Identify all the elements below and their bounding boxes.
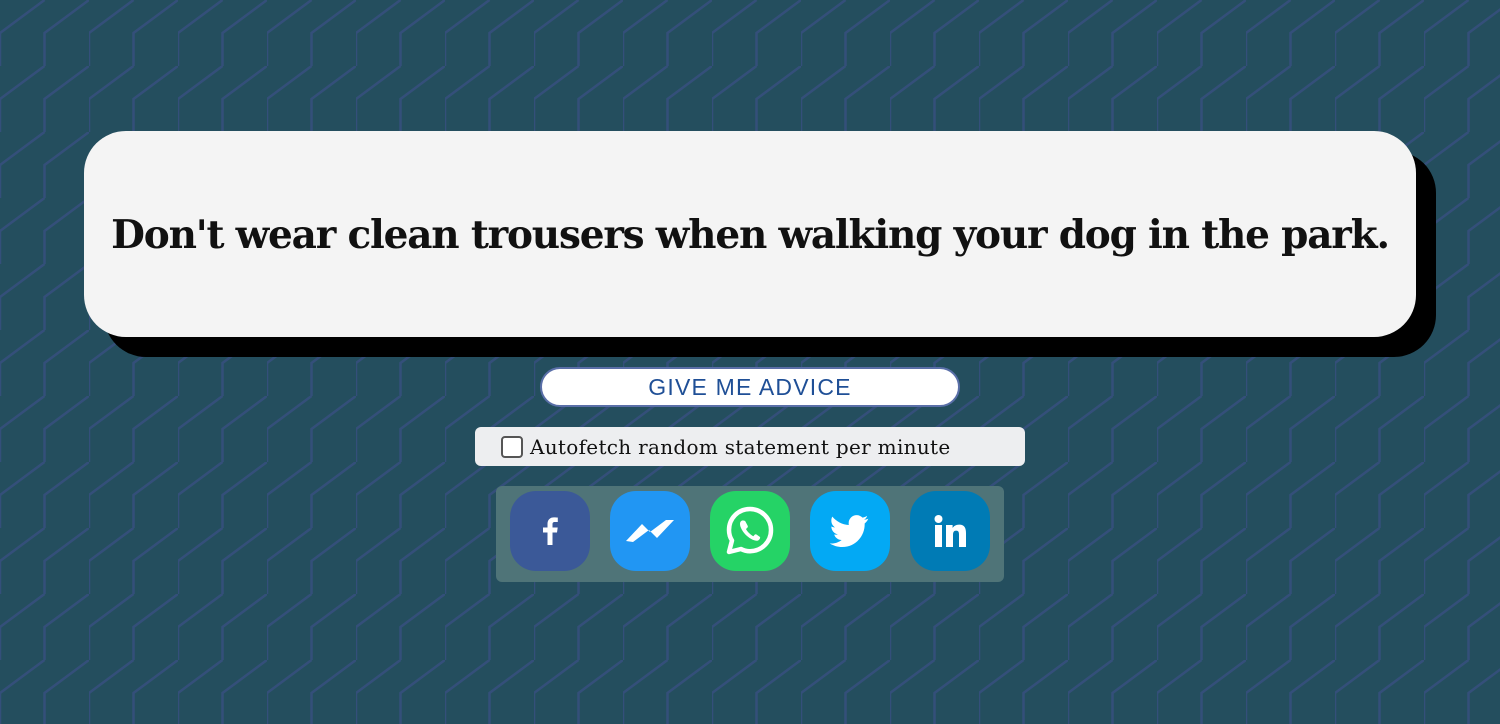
share-bar (496, 486, 1004, 582)
autofetch-label: Autofetch random statement per minute (530, 434, 951, 459)
autofetch-toggle[interactable]: Autofetch random statement per minute (475, 427, 1025, 466)
share-facebook-button[interactable] (510, 491, 590, 571)
messenger-icon (622, 511, 678, 551)
whatsapp-icon (722, 503, 778, 559)
advice-text: Don't wear clean trousers when walking y… (111, 212, 1390, 258)
share-messenger-button[interactable] (610, 491, 690, 571)
linkedin-icon (930, 511, 970, 551)
advice-card: Don't wear clean trousers when walking y… (84, 131, 1416, 337)
share-linkedin-button[interactable] (910, 491, 990, 571)
facebook-icon (530, 511, 570, 551)
twitter-icon (828, 511, 872, 551)
give-advice-button[interactable]: GIVE ME ADVICE (540, 367, 960, 407)
autofetch-checkbox[interactable] (501, 435, 523, 458)
background-pattern (0, 0, 1500, 724)
share-whatsapp-button[interactable] (710, 491, 790, 571)
share-twitter-button[interactable] (810, 491, 890, 571)
